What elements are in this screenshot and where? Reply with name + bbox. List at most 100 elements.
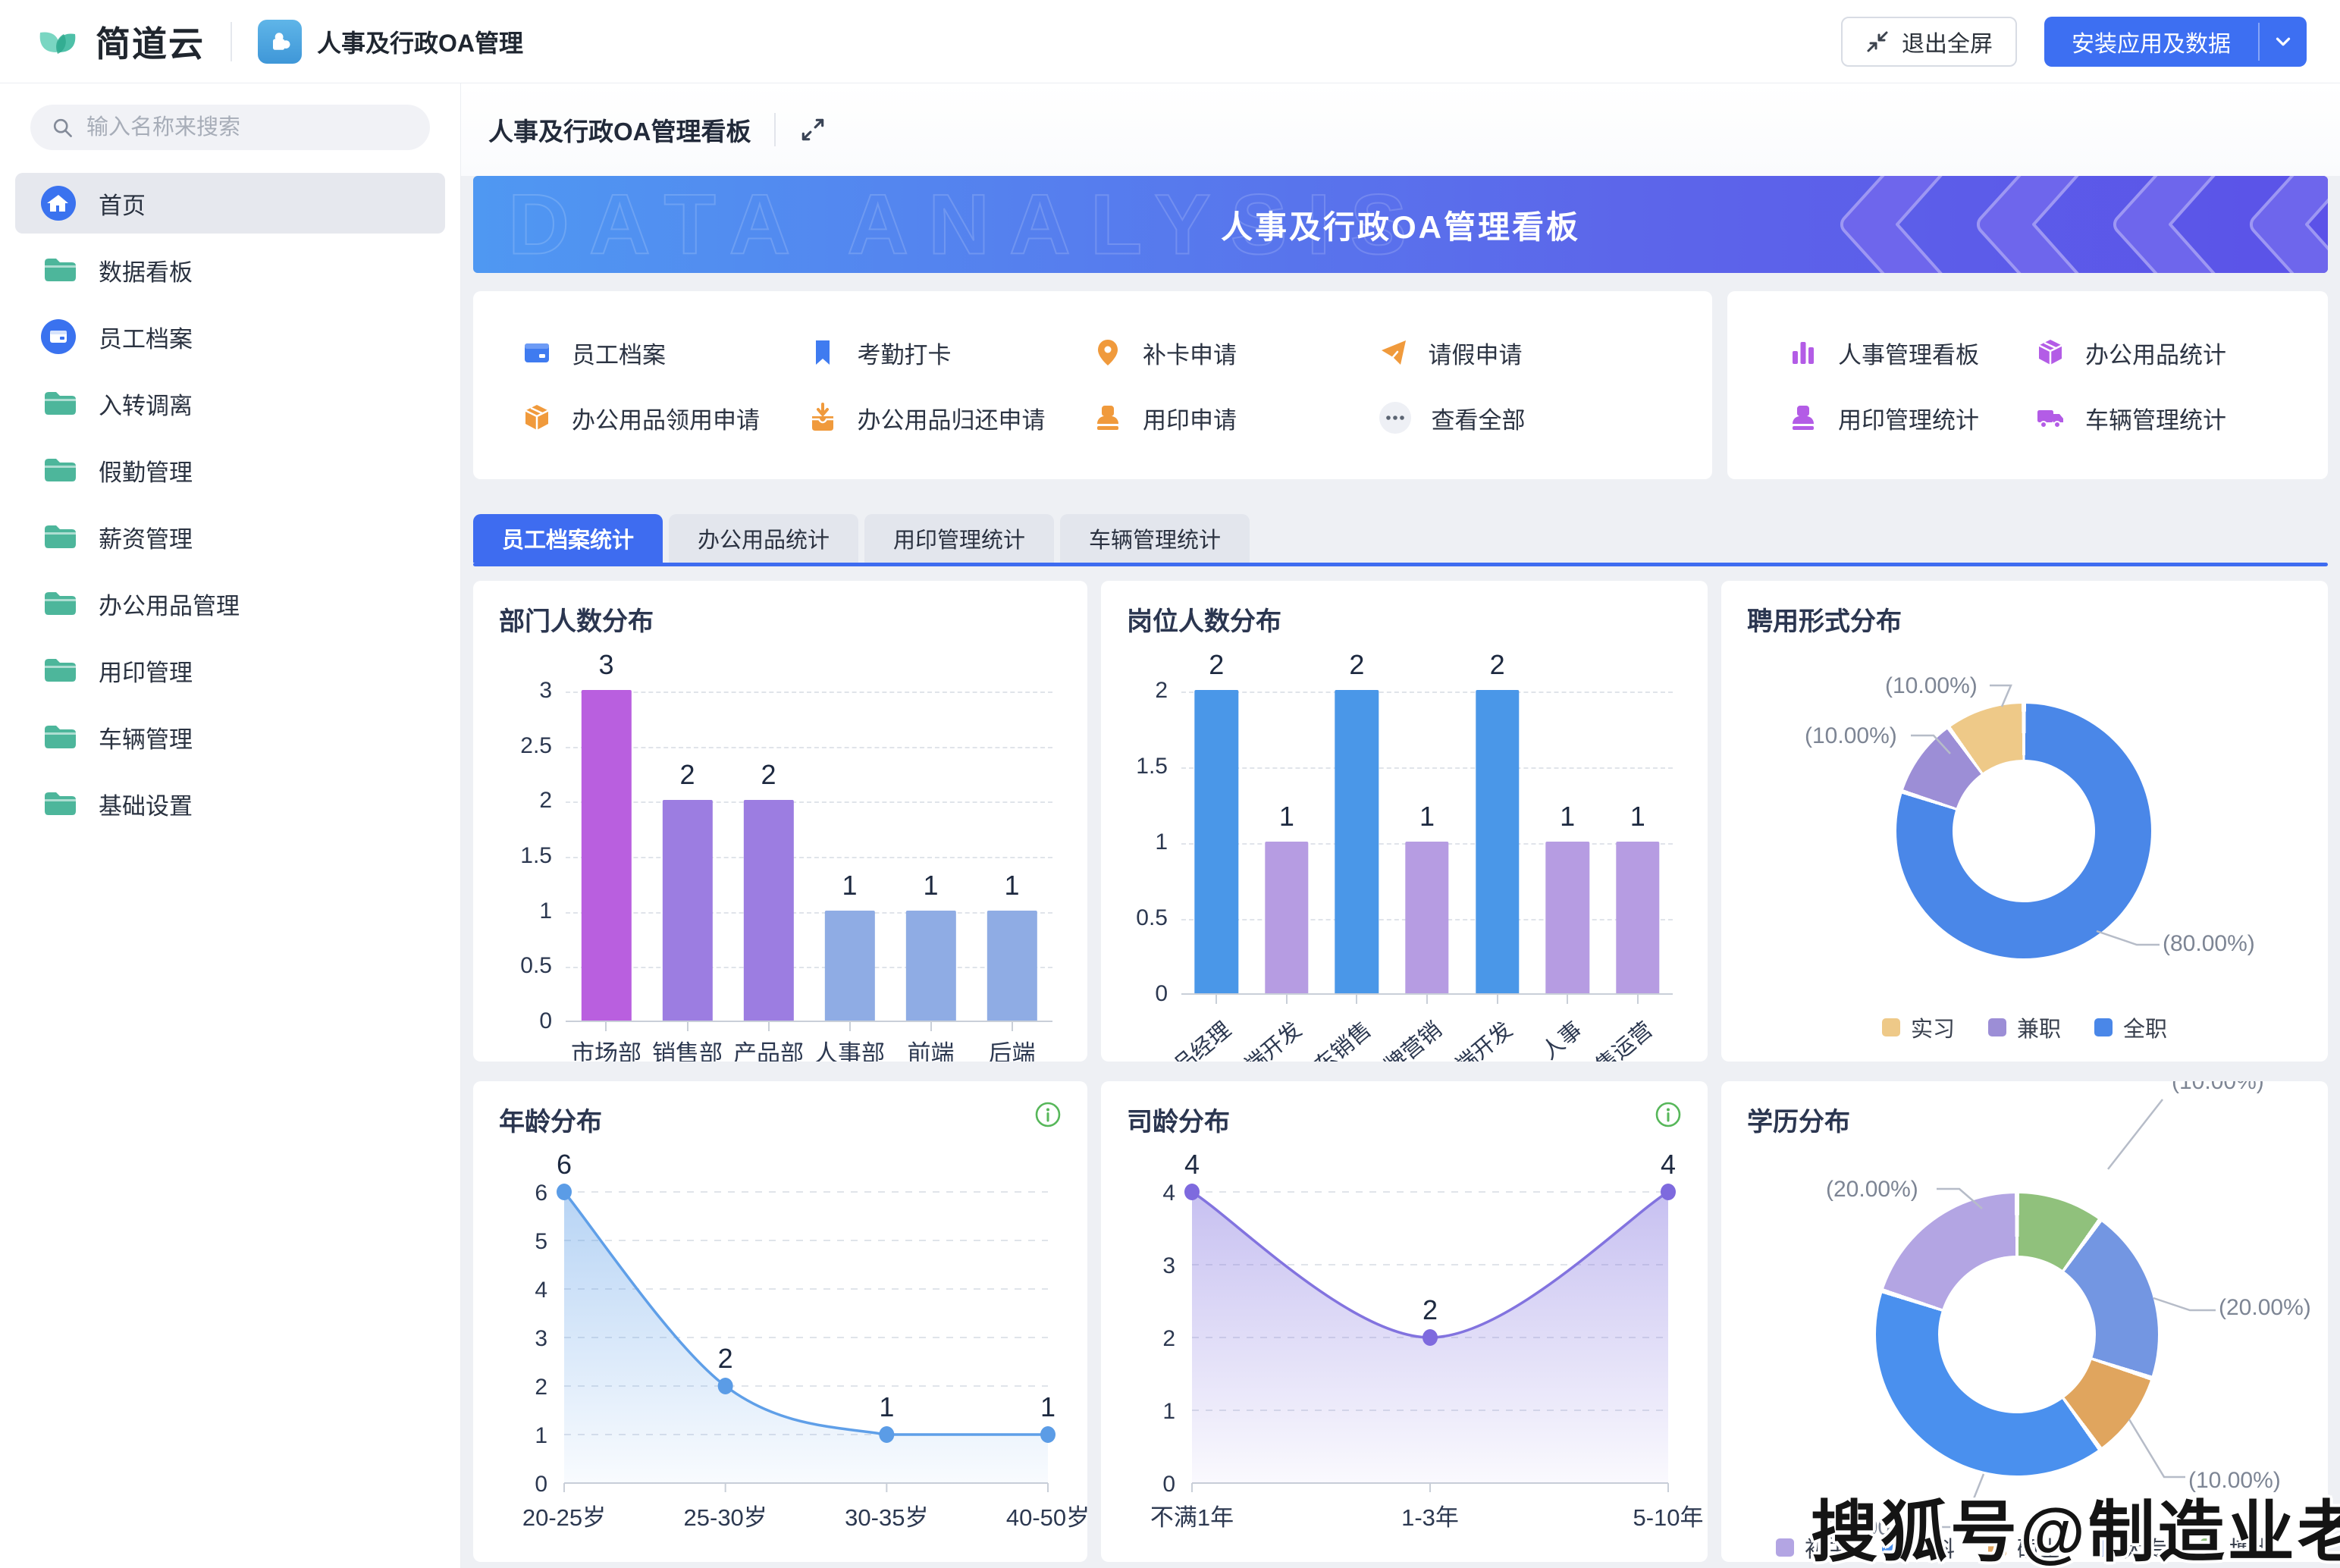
legend-item: 全职 (2094, 1011, 2167, 1043)
main-area: 人事及行政OA管理看板 DATA ANALYSIS 人事及行政OA管理看板 (461, 83, 2340, 1568)
svg-text:30-35岁: 30-35岁 (845, 1504, 928, 1531)
tab-underline (473, 563, 2328, 566)
quicklink-employee-files[interactable]: 员工档案 (522, 320, 808, 385)
svg-text:1: 1 (535, 1423, 547, 1448)
logo-text: 简道云 (96, 17, 205, 67)
watermark: 搜狐号@制造业老简 (1811, 1479, 2340, 1568)
home-icon (41, 186, 76, 221)
pin-icon (1093, 337, 1123, 368)
svg-text:2: 2 (535, 1375, 547, 1400)
quicklink-supplies-claim[interactable]: 办公用品领用申请 (522, 385, 808, 450)
quicklink-label: 用印申请 (1143, 401, 1237, 435)
chart-card-department-count: 部门人数分布 32211100.511.522.53市场部销售部产品部人事部前端… (473, 581, 1087, 1062)
folder-icon (41, 786, 76, 821)
svg-text:5: 5 (535, 1229, 547, 1254)
charts-grid: 部门人数分布 32211100.511.522.53市场部销售部产品部人事部前端… (473, 581, 2328, 1562)
svg-text:25-30岁: 25-30岁 (684, 1504, 767, 1531)
sidebar-item-office-supplies[interactable]: 办公用品管理 (15, 573, 445, 634)
sidebar-item-label: 用印管理 (99, 654, 193, 688)
tab-employee-files-stats[interactable]: 员工档案统计 (473, 514, 663, 563)
tab-vehicle-stats[interactable]: 车辆管理统计 (1060, 514, 1250, 563)
info-icon[interactable] (1034, 1101, 1062, 1128)
app-screen: 简道云 人事及行政OA管理 退出全屏 安装应用及数据 (0, 0, 2340, 1568)
sidebar-item-label: 基础设置 (99, 787, 193, 821)
quicklink-view-all[interactable]: 查看全部 (1379, 385, 1664, 450)
sidebar-item-label: 假勤管理 (99, 453, 193, 488)
svg-text:不满1年: 不满1年 (1150, 1504, 1234, 1531)
tray-icon (808, 403, 838, 433)
pie-slice-label: (80.00%) (2163, 931, 2255, 957)
send-icon (1379, 337, 1409, 368)
quicklink-punch-correction[interactable]: 补卡申请 (1093, 320, 1379, 385)
quick-links-card: 员工档案 考勤打卡 补卡申请 请假申请 (473, 291, 1712, 479)
expand-fullscreen-icon[interactable] (798, 115, 827, 144)
svg-text:2: 2 (718, 1343, 733, 1374)
employment-type-donut-chart: (80.00%)(10.00%)(10.00%)实习兼职全职 (1747, 649, 2302, 1042)
sidebar-item-vehicle[interactable]: 车辆管理 (15, 707, 445, 767)
chart-title: 岗位人数分布 (1127, 601, 1281, 638)
svg-text:2: 2 (1423, 1294, 1438, 1325)
info-icon[interactable] (1655, 1101, 1682, 1128)
svg-text:0: 0 (1162, 1472, 1175, 1497)
banner-title: 人事及行政OA管理看板 (1221, 202, 1580, 248)
folder-icon (41, 519, 76, 554)
box-icon (522, 403, 552, 433)
install-app-button[interactable]: 安装应用及数据 (2044, 17, 2307, 67)
sidebar-item-label: 员工档案 (99, 320, 193, 354)
quicklink-supplies-return[interactable]: 办公用品归还申请 (808, 385, 1093, 450)
svg-text:20-25岁: 20-25岁 (522, 1504, 606, 1531)
sidebar-item-employee-files[interactable]: 员工档案 (15, 306, 445, 367)
svg-text:40-50岁: 40-50岁 (1006, 1504, 1087, 1531)
tab-supplies-stats[interactable]: 办公用品统计 (669, 514, 858, 563)
brand-logo[interactable]: 简道云 (33, 17, 205, 67)
legend-item: 实习 (1882, 1011, 1955, 1043)
svg-text:3: 3 (1162, 1253, 1175, 1278)
quicklink-label: 查看全部 (1432, 401, 1526, 435)
install-app-label: 安装应用及数据 (2044, 17, 2258, 67)
chevron-down-icon[interactable] (2260, 17, 2307, 67)
svg-text:1: 1 (1040, 1391, 1056, 1422)
pie-slice-label: (20.00%) (1826, 1177, 1918, 1203)
sidebar-item-label: 数据看板 (99, 253, 193, 287)
legend-item: 兼职 (1988, 1011, 2061, 1043)
tenure-area-chart: 012344不满1年21-3年45-10年 (1127, 1149, 1682, 1542)
sidebar-item-attendance[interactable]: 假勤管理 (15, 440, 445, 500)
svg-text:1: 1 (1162, 1399, 1175, 1424)
sidebar-search[interactable] (30, 105, 430, 150)
svg-text:1-3年: 1-3年 (1401, 1504, 1459, 1531)
ellipsis-icon (1379, 401, 1412, 434)
quicklink-label: 请假申请 (1429, 336, 1523, 370)
sidebar-item-onboarding[interactable]: 入转调离 (15, 373, 445, 434)
quicklink-attendance-punch[interactable]: 考勤打卡 (808, 320, 1093, 385)
sidebar-item-data-board[interactable]: 数据看板 (15, 240, 445, 300)
quicklink-leave-request[interactable]: 请假申请 (1379, 320, 1664, 385)
quicklink-label: 办公用品归还申请 (858, 401, 1046, 435)
quicklink-seal-request[interactable]: 用印申请 (1093, 385, 1379, 450)
sidebar-item-seal[interactable]: 用印管理 (15, 640, 445, 701)
chart-title: 司龄分布 (1127, 1101, 1230, 1138)
svg-text:1: 1 (879, 1391, 894, 1422)
sidebar-item-label: 薪资管理 (99, 520, 193, 554)
svg-text:4: 4 (1162, 1181, 1175, 1206)
folder-icon (41, 720, 76, 754)
svg-text:0: 0 (535, 1472, 547, 1497)
divider (774, 113, 776, 146)
folder-icon (41, 653, 76, 688)
sidebar-item-settings[interactable]: 基础设置 (15, 773, 445, 834)
sidebar-item-salary[interactable]: 薪资管理 (15, 506, 445, 567)
chart-card-employment-type: 聘用形式分布 (80.00%)(10.00%)(10.00%)实习兼职全职 (1721, 581, 2328, 1062)
statlink-seal-stats[interactable]: 用印管理统计 (1788, 385, 2035, 450)
exit-fullscreen-button[interactable]: 退出全屏 (1841, 17, 2017, 67)
sidebar-item-label: 入转调离 (99, 387, 193, 421)
svg-text:2: 2 (1162, 1326, 1175, 1351)
search-icon (50, 115, 74, 140)
statlink-hr-dashboard[interactable]: 人事管理看板 (1788, 320, 2035, 385)
sidebar-item-home[interactable]: 首页 (15, 173, 445, 234)
department-bar-chart: 32211100.511.522.53市场部销售部产品部人事部前端后端 (499, 649, 1062, 1042)
statlink-supplies-stats[interactable]: 办公用品统计 (2035, 320, 2282, 385)
tab-seal-stats[interactable]: 用印管理统计 (864, 514, 1054, 563)
page-title: 人事及行政OA管理看板 (488, 111, 751, 148)
statlink-vehicle-stats[interactable]: 车辆管理统计 (2035, 385, 2282, 450)
search-input[interactable] (86, 115, 410, 140)
statlink-label: 办公用品统计 (2085, 336, 2226, 370)
